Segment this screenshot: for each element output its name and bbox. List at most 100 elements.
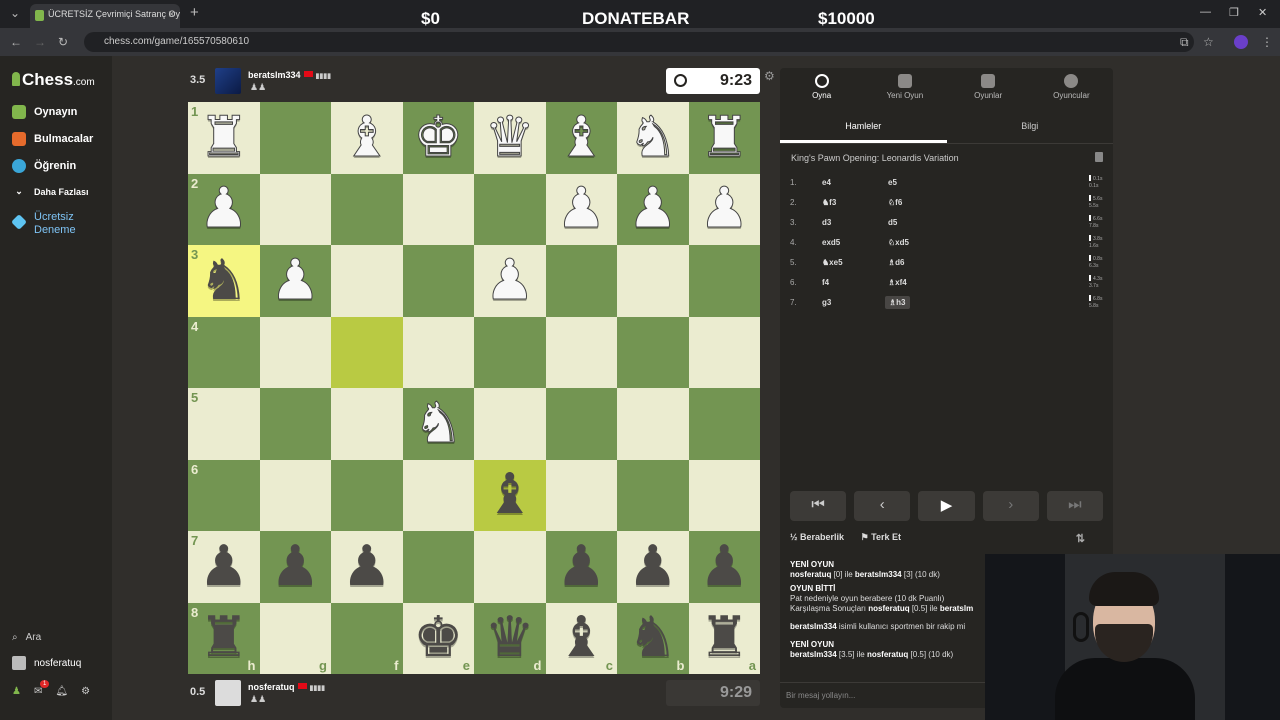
- next-move-button[interactable]: ›: [982, 491, 1039, 521]
- board-square[interactable]: [545, 459, 617, 531]
- board-square[interactable]: f: [331, 602, 403, 674]
- board-square[interactable]: [402, 459, 474, 531]
- board-square[interactable]: [331, 388, 403, 460]
- sidebar-user[interactable]: nosferatuq: [12, 656, 81, 670]
- board-square[interactable]: ♟: [474, 245, 546, 317]
- board-square[interactable]: ♟: [688, 531, 760, 603]
- black-rook[interactable]: ♜: [699, 610, 749, 666]
- black-move[interactable]: ♗d6: [888, 258, 905, 267]
- black-pawn[interactable]: ♟: [556, 538, 606, 595]
- board-square[interactable]: ♟: [617, 531, 689, 603]
- black-pawn[interactable]: ♟: [699, 538, 749, 595]
- bookmark-icon[interactable]: ☆: [1203, 35, 1214, 49]
- flip-board-icon[interactable]: ⇅: [1076, 532, 1085, 545]
- white-queen[interactable]: ♛: [484, 109, 535, 166]
- black-knight[interactable]: ♞: [199, 252, 249, 309]
- board-square[interactable]: [402, 173, 474, 245]
- install-icon[interactable]: ⧉: [1180, 35, 1189, 50]
- board-square[interactable]: [688, 316, 760, 388]
- board-square[interactable]: e ♚: [402, 602, 474, 674]
- board-square[interactable]: [331, 245, 403, 317]
- bell-icon[interactable]: 🔔︎: [55, 686, 68, 697]
- board-square[interactable]: [545, 245, 617, 317]
- board-square[interactable]: b ♞: [617, 602, 689, 674]
- bottom-player-avatar[interactable]: [215, 680, 241, 706]
- board-settings-gear-icon[interactable]: ⚙: [764, 69, 775, 83]
- board-square[interactable]: ♟: [545, 531, 617, 603]
- board-square[interactable]: ♟: [259, 245, 331, 317]
- tab-games[interactable]: Oyunlar: [947, 68, 1030, 108]
- tab-play[interactable]: Oyna: [780, 68, 863, 108]
- black-move[interactable]: ♗h3: [885, 296, 910, 309]
- new-tab-icon[interactable]: +: [190, 4, 199, 21]
- sidebar-item-puzzles[interactable]: Bulmacalar: [12, 132, 93, 146]
- board-square[interactable]: [688, 459, 760, 531]
- board-square[interactable]: [474, 388, 546, 460]
- reload-icon[interactable]: ↻: [58, 35, 68, 49]
- tab-players[interactable]: Oyuncular: [1030, 68, 1113, 108]
- white-rook[interactable]: ♜: [198, 109, 249, 166]
- tab-new-game[interactable]: Yeni Oyun: [863, 68, 946, 108]
- last-move-button[interactable]: ⏭: [1046, 491, 1104, 521]
- board-square[interactable]: 6: [188, 459, 260, 531]
- board-square[interactable]: [259, 459, 331, 531]
- black-pawn[interactable]: ♟: [199, 538, 249, 595]
- white-knight[interactable]: ♞: [413, 395, 464, 452]
- board-square[interactable]: ♚: [402, 102, 474, 174]
- white-rook[interactable]: ♜: [699, 109, 750, 166]
- bottom-player-name[interactable]: nosferatuq ▮▮▮▮: [248, 682, 325, 692]
- white-move[interactable]: f4: [822, 278, 829, 287]
- board-square[interactable]: [688, 388, 760, 460]
- black-move[interactable]: d5: [888, 218, 897, 227]
- black-king[interactable]: ♚: [413, 610, 463, 666]
- board-square[interactable]: [474, 531, 546, 603]
- white-pawn[interactable]: ♟: [270, 252, 321, 309]
- white-king[interactable]: ♚: [413, 109, 464, 166]
- draw-button[interactable]: ½ Beraberlik: [790, 532, 844, 542]
- board-square[interactable]: [259, 388, 331, 460]
- board-square[interactable]: a ♜: [688, 602, 760, 674]
- friends-icon[interactable]: ♟: [12, 686, 21, 697]
- white-pawn[interactable]: ♟: [556, 180, 607, 237]
- close-tab-icon[interactable]: ×: [168, 7, 175, 21]
- close-window-icon[interactable]: ✕: [1258, 6, 1267, 19]
- resign-button[interactable]: ⚑ Terk Et: [861, 532, 901, 542]
- board-square[interactable]: ♟: [545, 173, 617, 245]
- board-square[interactable]: [331, 316, 403, 388]
- board-square[interactable]: 2 ♟: [188, 173, 260, 245]
- board-square[interactable]: [688, 245, 760, 317]
- black-bishop[interactable]: ♝: [556, 610, 606, 666]
- white-move[interactable]: exd5: [822, 238, 840, 247]
- black-pawn[interactable]: ♟: [342, 538, 392, 595]
- white-move[interactable]: ♞xe5: [822, 258, 843, 267]
- settings-gear-icon[interactable]: ⚙: [81, 686, 90, 697]
- board-square[interactable]: [474, 173, 546, 245]
- board-square[interactable]: ♟: [259, 531, 331, 603]
- white-bishop[interactable]: ♝: [341, 109, 392, 166]
- board-square[interactable]: [259, 316, 331, 388]
- board-square[interactable]: ♞: [617, 102, 689, 174]
- white-move[interactable]: d3: [822, 218, 831, 227]
- messages-icon[interactable]: ✉ 1: [34, 680, 50, 697]
- board-square[interactable]: g: [259, 602, 331, 674]
- board-square[interactable]: [402, 316, 474, 388]
- chess-board[interactable]: 1 ♜ ♝ ♚ ♛ ♝ ♞ ♜ 2 ♟ ♟ ♟ ♟ 3 ♞ ♟ ♟ 4 5 ♞ 6 ♝ 7 ♟ ♟ ♟ ♟ ♟ ♟ 8 h ♜ g f e ♚ d ♛ c ♝…: [188, 102, 760, 674]
- white-move[interactable]: e4: [822, 178, 831, 187]
- board-square[interactable]: d ♛: [474, 602, 546, 674]
- board-square[interactable]: ♝: [331, 102, 403, 174]
- top-player-avatar[interactable]: [215, 68, 241, 94]
- board-square[interactable]: ♝: [545, 102, 617, 174]
- black-move[interactable]: ♘f6: [888, 198, 902, 207]
- profile-avatar[interactable]: [1234, 35, 1248, 49]
- previous-move-button[interactable]: ‹: [854, 491, 911, 521]
- restore-icon[interactable]: ❐: [1229, 6, 1239, 19]
- minimize-icon[interactable]: —: [1200, 6, 1211, 18]
- board-square[interactable]: ♞: [402, 388, 474, 460]
- black-pawn[interactable]: ♟: [628, 538, 678, 595]
- board-square[interactable]: 4: [188, 316, 260, 388]
- browser-tab[interactable]: ÜCRETSİZ Çevrimiçi Satranç Oy ×: [30, 4, 180, 28]
- board-square[interactable]: ♛: [474, 102, 546, 174]
- black-knight[interactable]: ♞: [628, 610, 678, 666]
- black-pawn[interactable]: ♟: [270, 538, 320, 595]
- white-pawn[interactable]: ♟: [484, 252, 535, 309]
